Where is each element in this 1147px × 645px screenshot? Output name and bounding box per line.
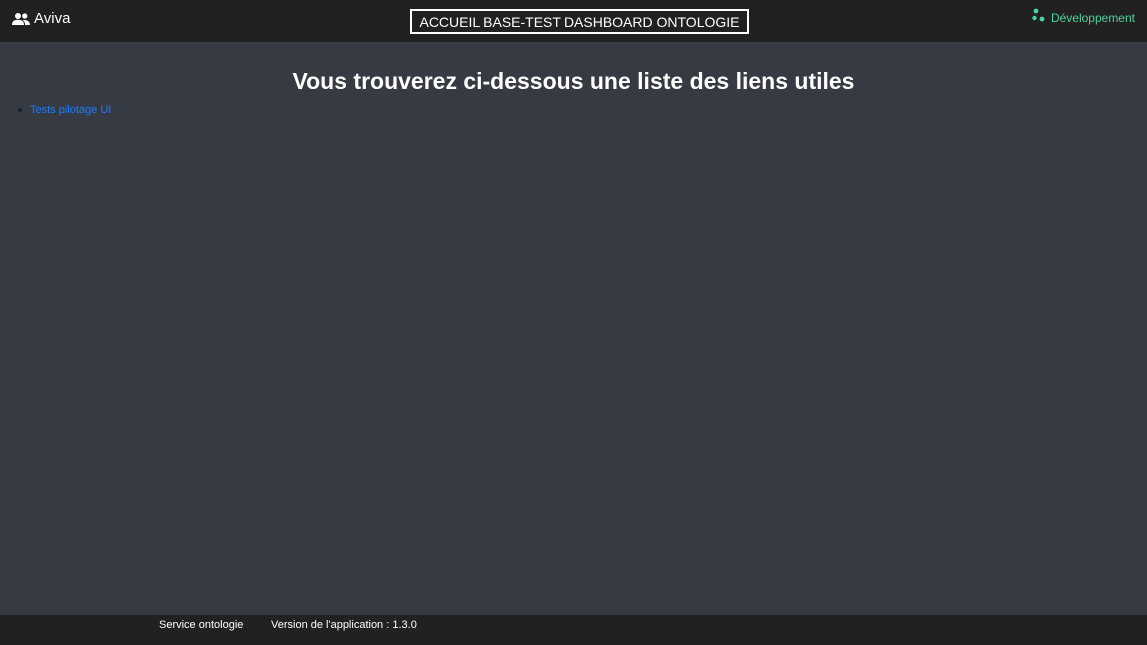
footer: Service ontologie Version de l'applicati…: [0, 615, 1147, 645]
page-title: Vous trouverez ci-dessous une liste des …: [292, 68, 855, 94]
link-tests-pilotage-ui[interactable]: Tests pilotage UI: [30, 104, 111, 116]
top-navbar: Aviva ACCUEIL BASE-TEST DASHBOARD ONTOLO…: [0, 0, 1147, 42]
brand-link[interactable]: Aviva: [12, 10, 70, 27]
users-icon: [12, 12, 30, 25]
cluster-dots-icon: [1032, 8, 1045, 22]
brand-name: Aviva: [34, 10, 71, 27]
main-nav: ACCUEIL BASE-TEST DASHBOARD ONTOLOGIE: [410, 9, 749, 34]
bullet: [18, 108, 22, 112]
footer-service: Service ontologie: [159, 619, 244, 631]
footer-version: Version de l'application : 1.3.0: [271, 619, 417, 631]
nav-dashboard-ontologie[interactable]: DASHBOARD ONTOLOGIE: [564, 14, 740, 30]
environment-label: Développement: [1050, 11, 1135, 25]
nav-accueil[interactable]: ACCUEIL: [419, 14, 480, 30]
useful-links-list: Tests pilotage UI: [18, 104, 111, 116]
environment-indicator: Développement: [1032, 8, 1135, 25]
nav-base-test[interactable]: BASE-TEST: [483, 14, 561, 30]
list-item: Tests pilotage UI: [18, 104, 111, 116]
